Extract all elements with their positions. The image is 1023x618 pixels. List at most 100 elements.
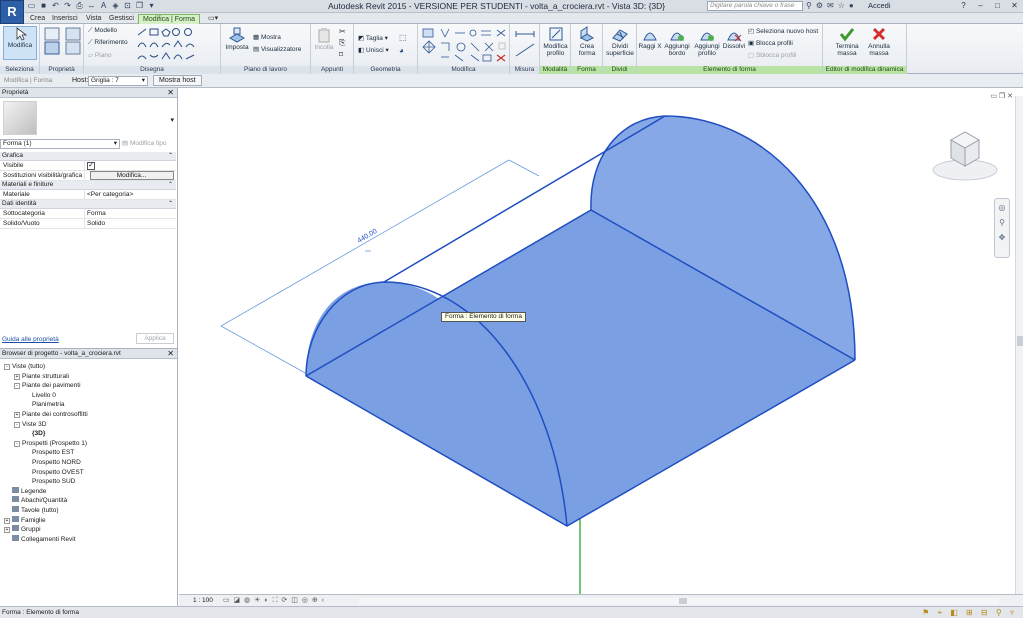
tab-vista[interactable]: Vista xyxy=(82,14,105,24)
draw-tools-icons[interactable] xyxy=(136,27,218,63)
browser-node[interactable]: Abachi/Quantità xyxy=(4,496,67,505)
type-dropdown-icon[interactable]: ▾ xyxy=(170,116,174,124)
expand-icon[interactable]: + xyxy=(14,373,20,380)
category-dati-identita[interactable]: Dati identità ⌃ xyxy=(0,200,176,209)
help-icon[interactable]: ? xyxy=(955,0,972,12)
visible-checkbox[interactable]: ✓ xyxy=(87,162,95,170)
browser-node[interactable]: + Famiglie xyxy=(4,515,46,525)
apply-button[interactable]: Applica xyxy=(136,333,174,344)
plane-button[interactable]: ▱ Piano xyxy=(88,51,111,59)
tab-gestisci[interactable]: Gestisci xyxy=(105,14,138,24)
print-icon[interactable]: ⎙ xyxy=(74,1,85,11)
paint-icon[interactable]: ◕ xyxy=(399,46,404,55)
measure-icon[interactable]: ↔ xyxy=(86,1,97,11)
pan-icon[interactable]: ✥ xyxy=(995,233,1009,242)
join-button[interactable]: ◧ Unisci ▾ xyxy=(358,46,389,54)
cut-geometry-button[interactable]: ◩ Taglia ▾ xyxy=(358,34,388,42)
measure-tools-icons[interactable] xyxy=(514,28,536,60)
undo-icon[interactable]: ↶ xyxy=(50,1,61,11)
solid-void-value[interactable]: Solido xyxy=(85,219,176,228)
show-workplane-button[interactable]: ▦ Mostra xyxy=(253,33,281,41)
browser-node[interactable]: Planimetria xyxy=(24,400,65,409)
category-materiali[interactable]: Materiali e finiture ⌃ xyxy=(0,181,176,190)
expand-icon[interactable]: + xyxy=(14,412,20,418)
collapse-icon[interactable]: - xyxy=(14,421,20,428)
open-icon[interactable]: ▭ xyxy=(26,1,37,11)
modify-tools-icons[interactable] xyxy=(421,27,509,63)
reference-line-button[interactable]: ⟋ Riferimento xyxy=(88,39,128,47)
vg-overrides-button[interactable]: Modifica... xyxy=(89,171,174,180)
view-control-icons[interactable]: ▭ ◪ ◍ ☀ ◐ ⛶ ⟳ ◫ ◎ ⊕ ‹ xyxy=(223,596,325,605)
subscription-icon[interactable]: ⚙ xyxy=(816,1,823,10)
collapse-icon[interactable]: - xyxy=(14,440,20,447)
browser-node[interactable]: + Piante dei controsoffitti xyxy=(14,410,88,419)
model-line-button[interactable]: ⟋ Modello xyxy=(88,27,117,35)
expand-icon[interactable]: + xyxy=(4,527,10,534)
section-icon[interactable]: ⊡ xyxy=(122,1,133,11)
panel-label-seleziona[interactable]: Seleziona xyxy=(0,66,39,74)
properties-button[interactable] xyxy=(43,27,61,57)
lock-profiles-button[interactable]: ▣ Blocca profili xyxy=(748,39,793,47)
type-properties-button[interactable] xyxy=(64,27,82,57)
viewer-button[interactable]: ▤ Visualizzatore xyxy=(253,45,301,53)
browser-node[interactable]: {3D} xyxy=(24,429,45,438)
copy-icon[interactable]: ⎘ xyxy=(339,38,345,48)
browser-node[interactable]: Prospetto NORD xyxy=(24,458,81,467)
properties-help-link[interactable]: Guida alle proprietà xyxy=(2,336,59,343)
text-icon[interactable]: A xyxy=(98,1,109,11)
category-grafica[interactable]: Grafica ⌃ xyxy=(0,152,176,161)
match-icon[interactable]: ⌑ xyxy=(339,50,343,59)
browser-node[interactable]: Prospetto EST xyxy=(24,448,74,457)
instance-selector[interactable]: Forma (1) ▾ xyxy=(0,139,120,149)
edit-type-button[interactable]: ▤ Modifica tipo xyxy=(122,139,176,149)
switch-windows-icon[interactable]: ❐ xyxy=(134,1,145,11)
browser-node[interactable]: Livello 0 xyxy=(24,391,56,400)
view-scale[interactable]: 1 : 100 xyxy=(193,597,213,604)
vertical-scroll-thumb[interactable] xyxy=(1017,336,1023,346)
redo-icon[interactable]: ↷ xyxy=(62,1,73,11)
vertical-scrollbar[interactable] xyxy=(1015,96,1023,594)
browser-node[interactable]: - Piante dei pavimenti xyxy=(14,381,81,390)
save-icon[interactable]: ■ xyxy=(38,1,49,11)
browser-node[interactable]: Prospetto SUD xyxy=(24,477,75,486)
divide-surface-button[interactable]: Dividi superficie xyxy=(604,26,636,57)
3d-view-canvas[interactable]: ▭ ❐ ✕ 440.00 Forma : Elemento di forma ◎… xyxy=(179,88,1023,594)
browser-node[interactable]: - Viste 3D xyxy=(14,420,46,429)
collapse-icon[interactable]: - xyxy=(4,364,10,370)
host-select[interactable]: Griglia : 7 ▾ xyxy=(88,76,148,86)
browser-node[interactable]: + Gruppi xyxy=(4,525,41,534)
browser-node[interactable]: Prospetto OVEST xyxy=(24,468,84,477)
edit-profile-button[interactable]: Modifica profilo xyxy=(541,26,570,57)
browser-node[interactable]: - Viste (tutto) xyxy=(4,362,45,371)
close-icon[interactable]: ✕ xyxy=(1006,0,1023,12)
browser-node[interactable]: Tavole (tutto) xyxy=(4,506,59,515)
dimension-value[interactable]: 440.00 xyxy=(357,228,379,245)
browser-node[interactable]: - Prospetti (Prospetto 1) xyxy=(14,439,87,448)
pick-new-host-button[interactable]: ◰ Seleziona nuovo host xyxy=(748,27,818,35)
add-profile-button[interactable]: Aggiungi profilo xyxy=(692,26,722,57)
unlock-profiles-button[interactable]: ▢ Sblocca profili xyxy=(748,51,796,59)
collapse-icon[interactable]: - xyxy=(14,383,20,390)
horizontal-scroll-thumb[interactable] xyxy=(679,598,687,604)
set-workplane-button[interactable]: Imposta xyxy=(225,27,249,51)
create-form-button[interactable]: Crea forma xyxy=(572,26,602,57)
browser-node[interactable]: + Piante strutturali xyxy=(14,372,69,381)
viewcube[interactable] xyxy=(931,128,1001,188)
zoom-icon[interactable]: ⚲ xyxy=(995,218,1009,227)
browser-node[interactable]: Legende xyxy=(4,486,46,496)
subcategory-value[interactable]: Forma xyxy=(85,209,176,218)
horizontal-scrollbar[interactable] xyxy=(359,598,999,604)
3d-view-icon[interactable]: ◈ xyxy=(110,1,121,11)
login-button[interactable]: Accedi xyxy=(868,1,891,10)
show-host-button[interactable]: Mostra host xyxy=(153,75,202,86)
tab-crea[interactable]: Crea xyxy=(26,14,49,24)
add-edge-button[interactable]: Aggiungi bordo xyxy=(663,26,691,57)
close-properties-icon[interactable]: ✕ xyxy=(167,88,174,97)
expand-icon[interactable]: + xyxy=(4,517,10,524)
favorites-icon[interactable]: ☆ xyxy=(838,1,845,10)
tab-modifica-forma[interactable]: Modifica | Forma xyxy=(138,14,200,24)
user-icon[interactable]: ● xyxy=(849,1,854,10)
ribbon-minimize-icon[interactable]: ▭▾ xyxy=(204,14,222,24)
cut-icon[interactable]: ✂ xyxy=(339,27,346,36)
close-browser-icon[interactable]: ✕ xyxy=(167,349,174,358)
